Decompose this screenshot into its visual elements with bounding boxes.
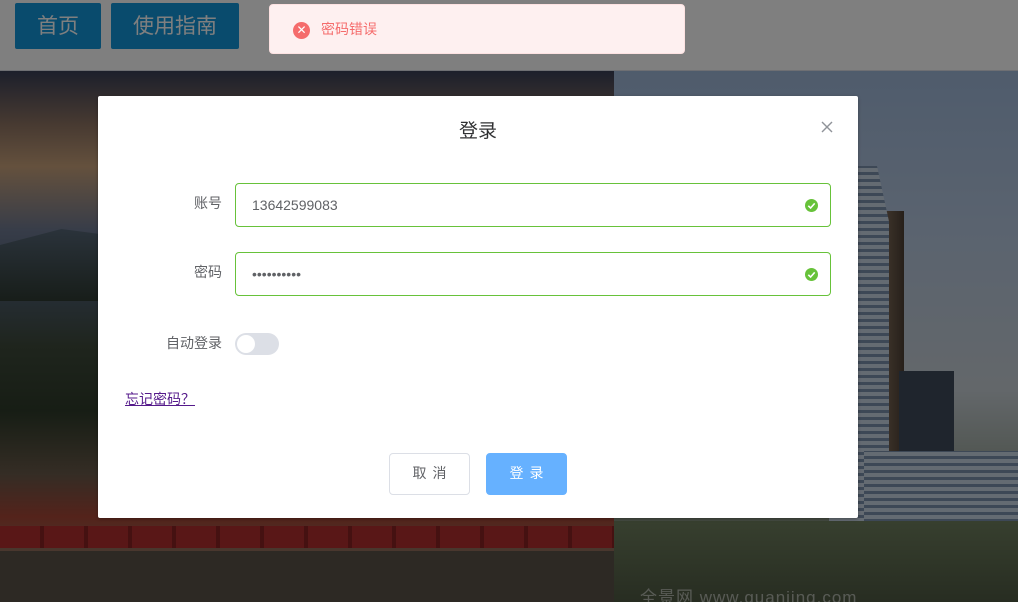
forgot-password-link[interactable]: 忘记密码？ <box>125 390 195 410</box>
account-input[interactable] <box>252 184 792 226</box>
check-circle-icon <box>805 199 818 212</box>
switch-knob <box>237 335 255 353</box>
dialog-title: 登录 <box>458 120 497 142</box>
account-field[interactable] <box>235 183 831 227</box>
password-input[interactable] <box>252 253 792 295</box>
error-circle-icon: ✕ <box>293 22 310 39</box>
toast-message: 密码错误 <box>321 22 377 38</box>
cancel-button[interactable]: 取消 <box>389 453 470 495</box>
login-dialog: 登录 账号 密码 自动登录 忘记密码？ 取消 登录 <box>98 96 858 518</box>
account-label: 账号 <box>194 196 222 212</box>
close-icon[interactable] <box>818 118 836 136</box>
auto-login-switch[interactable] <box>235 333 279 355</box>
error-message-toast: ✕ 密码错误 <box>269 4 685 54</box>
check-circle-icon <box>805 268 818 281</box>
login-button[interactable]: 登录 <box>486 453 567 495</box>
auto-login-label: 自动登录 <box>166 336 222 352</box>
password-label: 密码 <box>194 265 222 281</box>
password-field[interactable] <box>235 252 831 296</box>
